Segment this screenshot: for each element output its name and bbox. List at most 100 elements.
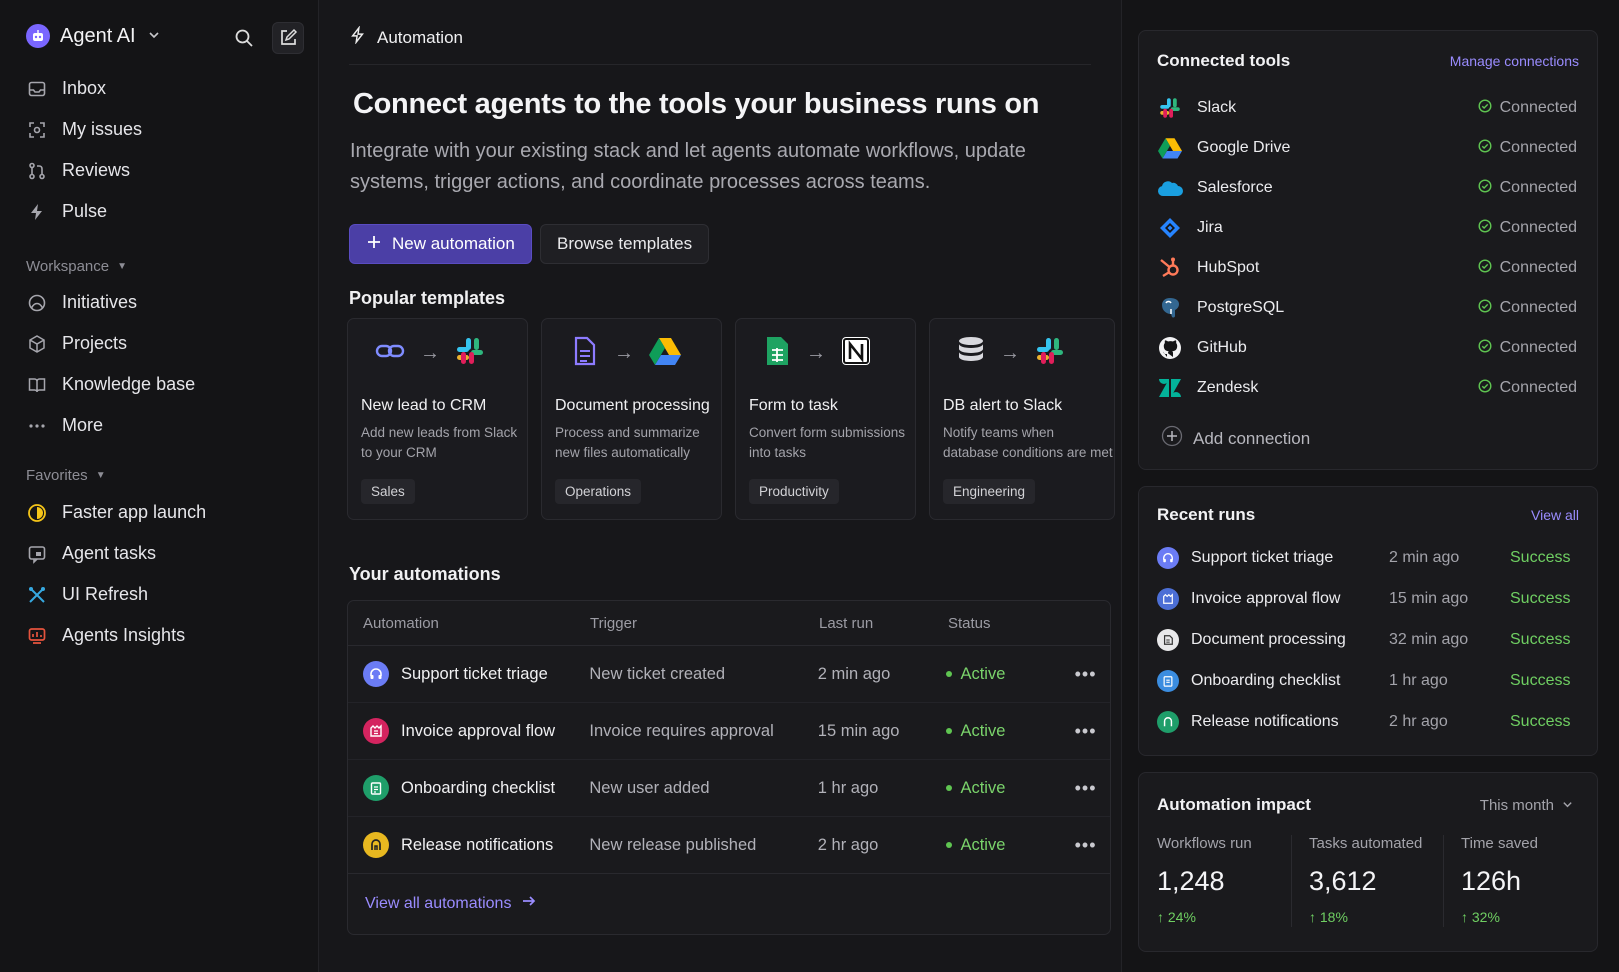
run-row[interactable]: Document processing 32 min ago Success xyxy=(1157,619,1577,660)
automation-name: Support ticket triage xyxy=(401,664,548,683)
sidebar-item-label: Projects xyxy=(62,333,128,353)
status-label: Connected xyxy=(1499,299,1577,316)
document-icon xyxy=(568,335,600,372)
plus-circle-icon xyxy=(1161,425,1183,452)
sidebar-item-agents-insights[interactable]: Agents Insights xyxy=(26,615,296,656)
sidebar-item-label: Pulse xyxy=(62,201,108,221)
salesforce-icon xyxy=(1157,175,1183,201)
workspace-switcher[interactable]: Agent AI xyxy=(26,24,160,48)
row-menu-icon[interactable]: ••• xyxy=(1061,835,1110,856)
template-card-document-processing[interactable]: → Document processing Process and summar… xyxy=(541,318,722,520)
inbox-icon xyxy=(26,78,48,100)
metric-value: 126h xyxy=(1461,866,1522,896)
favorites-section-toggle[interactable]: Favorites ▼ xyxy=(26,463,106,487)
run-name: Onboarding checklist xyxy=(1191,671,1341,689)
sidebar-item-faster-app-launch[interactable]: Faster app launch xyxy=(26,492,296,533)
tool-row-salesforce[interactable]: Salesforce Connected xyxy=(1157,168,1577,208)
metric-label: Time saved xyxy=(1461,835,1538,852)
tool-row-hubspot[interactable]: HubSpot Connected xyxy=(1157,248,1577,288)
sidebar: Agent AI Inbox My issues Reviews Pulse W… xyxy=(0,0,318,972)
row-menu-icon[interactable]: ••• xyxy=(1061,778,1110,799)
button-label: Browse templates xyxy=(557,234,693,253)
run-status: Success xyxy=(1510,671,1571,689)
view-all-automations-link[interactable]: View all automations xyxy=(365,893,537,914)
new-automation-button[interactable]: New automation xyxy=(349,224,532,264)
table-row[interactable]: Release notifications New release publis… xyxy=(348,817,1110,874)
status-label: Connected xyxy=(1499,339,1577,356)
sidebar-item-my-issues[interactable]: My issues xyxy=(26,109,296,150)
table-row[interactable]: Invoice approval flow Invoice requires a… xyxy=(348,703,1110,760)
check-circle-icon xyxy=(1478,218,1492,238)
sidebar-item-ui-refresh[interactable]: UI Refresh xyxy=(26,574,296,615)
template-title: DB alert to Slack xyxy=(943,397,1063,414)
main-nav: Inbox My issues Reviews Pulse xyxy=(26,68,296,232)
tasks-icon xyxy=(26,543,48,565)
row-menu-icon[interactable]: ••• xyxy=(1061,664,1110,685)
template-card-new-lead[interactable]: → New lead to CRM Add new leads from Sla… xyxy=(347,318,528,520)
caret-down-icon: ▼ xyxy=(117,260,127,272)
template-icons: → xyxy=(568,335,682,372)
tool-row-zendesk[interactable]: Zendesk Connected xyxy=(1157,368,1577,408)
browse-templates-button[interactable]: Browse templates xyxy=(540,224,710,264)
breadcrumb-label: Automation xyxy=(377,27,463,47)
metric-delta: ↑ 18% xyxy=(1309,909,1348,925)
add-connection-button[interactable]: Add connection xyxy=(1161,425,1310,452)
template-icons: → xyxy=(762,335,872,372)
connection-status: Connected xyxy=(1478,98,1577,118)
run-time: 32 min ago xyxy=(1389,630,1469,648)
template-card-form-to-task[interactable]: → Form to task Convert form submissions … xyxy=(735,318,916,520)
tool-row-jira[interactable]: Jira Connected xyxy=(1157,208,1577,248)
table-row[interactable]: Support ticket triage New ticket created… xyxy=(348,646,1110,703)
tool-name: Slack xyxy=(1197,99,1237,116)
sidebar-item-inbox[interactable]: Inbox xyxy=(26,68,296,109)
last-run-cell: 2 min ago xyxy=(817,664,891,683)
tool-row-github[interactable]: GitHub Connected xyxy=(1157,328,1577,368)
run-row[interactable]: Support ticket triage 2 min ago Success xyxy=(1157,537,1577,578)
tool-row-google-drive[interactable]: Google Drive Connected xyxy=(1157,128,1577,168)
template-card-db-alert[interactable]: → DB alert to Slack Notify teams when da… xyxy=(929,318,1115,520)
table-row[interactable]: Onboarding checklist New user added 1 hr… xyxy=(348,760,1110,817)
sidebar-item-projects[interactable]: Projects xyxy=(26,323,296,364)
tool-row-postgresql[interactable]: PostgreSQL Connected xyxy=(1157,288,1577,328)
tool-row-slack[interactable]: Slack Connected xyxy=(1157,88,1577,128)
view-all-runs-link[interactable]: View all xyxy=(1531,507,1579,523)
metric-divider xyxy=(1291,835,1292,927)
your-automations-title: Your automations xyxy=(349,564,501,584)
arrow-right-icon xyxy=(521,893,537,914)
sidebar-item-reviews[interactable]: Reviews xyxy=(26,150,296,191)
search-icon[interactable] xyxy=(228,22,260,54)
sidebar-item-pulse[interactable]: Pulse xyxy=(26,191,296,232)
panel-title: Connected tools xyxy=(1157,51,1291,70)
automation-bolt-icon xyxy=(349,25,367,49)
target-icon xyxy=(26,119,48,141)
sidebar-item-more[interactable]: More xyxy=(26,405,296,446)
sidebar-item-agent-tasks[interactable]: Agent tasks xyxy=(26,533,296,574)
document-icon xyxy=(1157,628,1179,651)
period-dropdown[interactable]: This month xyxy=(1480,797,1573,814)
run-row[interactable]: Invoice approval flow 15 min ago Success xyxy=(1157,578,1577,619)
sidebar-item-label: Initiatives xyxy=(62,292,138,312)
run-row[interactable]: Release notifications 2 hr ago Success xyxy=(1157,701,1577,742)
workspace-section-toggle[interactable]: Workspance ▼ xyxy=(26,254,127,278)
run-time: 1 hr ago xyxy=(1389,671,1448,689)
row-menu-icon[interactable]: ••• xyxy=(1061,721,1110,742)
link-label: View all automations xyxy=(365,894,512,912)
favorites-nav: Faster app launch Agent tasks UI Refresh… xyxy=(26,492,296,656)
check-circle-icon xyxy=(1478,378,1492,398)
trigger-cell: Invoice requires approval xyxy=(589,721,774,740)
jira-icon xyxy=(1157,215,1183,241)
manage-connections-link[interactable]: Manage connections xyxy=(1450,53,1579,69)
compose-icon[interactable] xyxy=(272,22,304,54)
run-row[interactable]: Onboarding checklist 1 hr ago Success xyxy=(1157,660,1577,701)
sidebar-item-initiatives[interactable]: Initiatives xyxy=(26,282,296,323)
sidebar-item-label: More xyxy=(62,415,104,435)
connection-status: Connected xyxy=(1478,178,1577,198)
sidebar-item-label: Reviews xyxy=(62,160,131,180)
rocket-icon xyxy=(363,832,389,858)
arrow-right-icon: → xyxy=(614,342,634,364)
status-badge: Active xyxy=(946,836,1061,855)
sidebar-item-knowledge-base[interactable]: Knowledge base xyxy=(26,364,296,405)
connection-status: Connected xyxy=(1478,258,1577,278)
connected-tools-panel: Connected tools Manage connections Slack… xyxy=(1138,30,1598,470)
template-description: Process and summarize new files automati… xyxy=(555,425,700,460)
